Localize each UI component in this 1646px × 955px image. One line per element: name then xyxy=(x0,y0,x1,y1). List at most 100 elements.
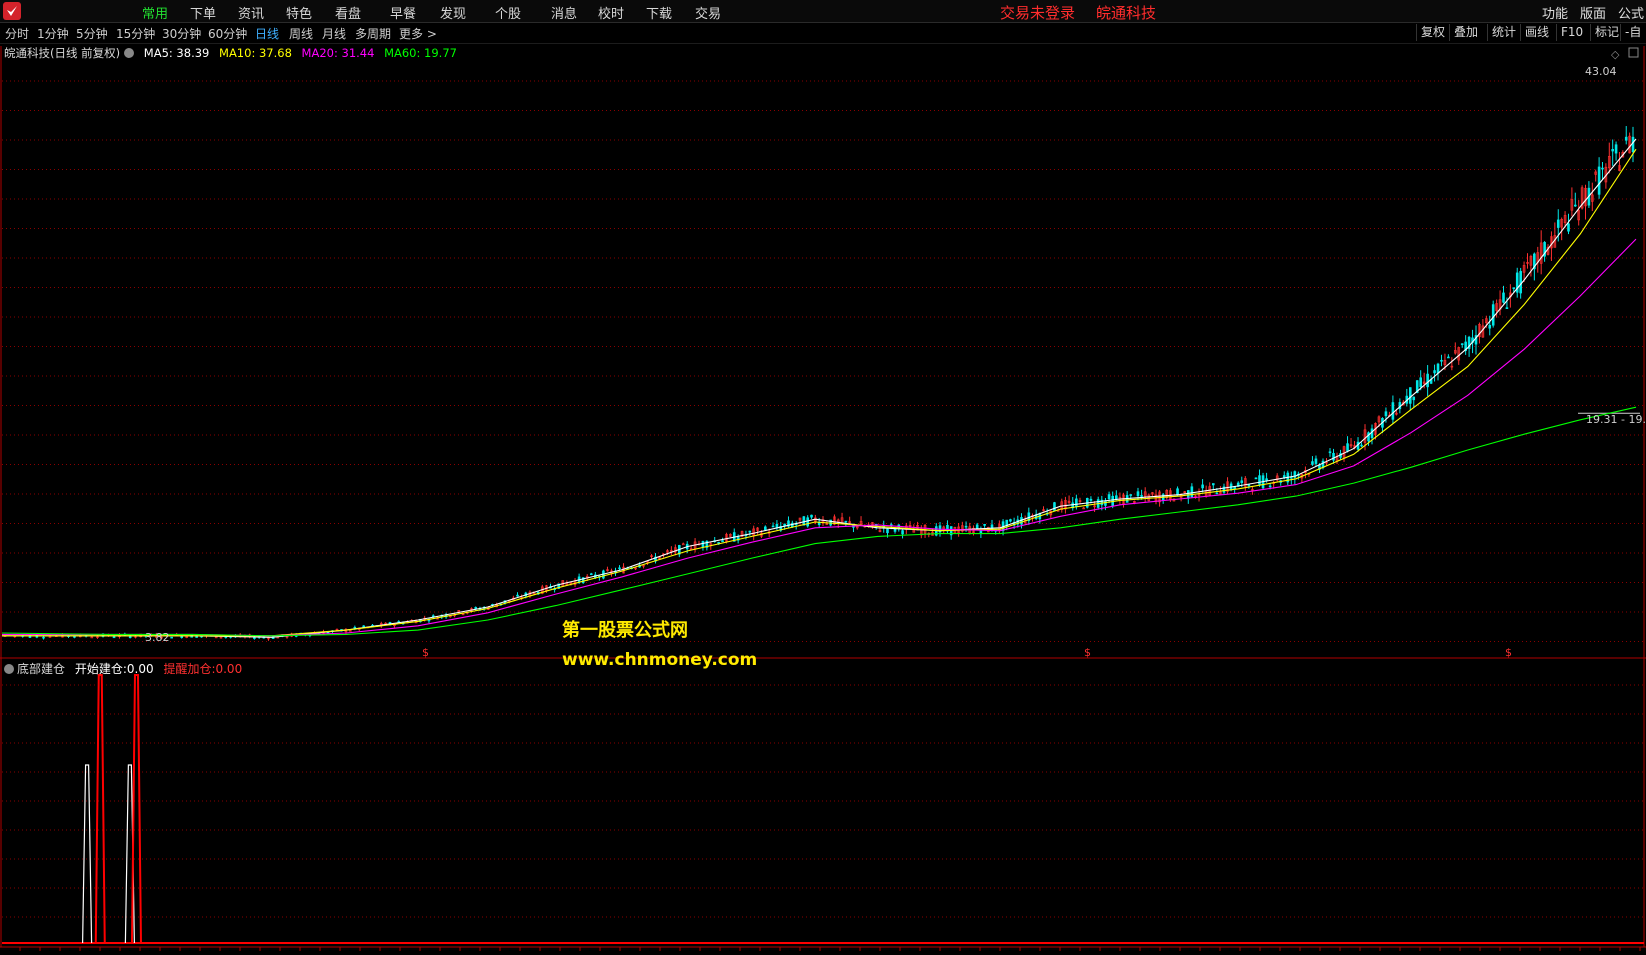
event-marker-1[interactable]: $ xyxy=(422,646,429,659)
watermark-title: 第一股票公式网 xyxy=(562,620,688,641)
candle-body xyxy=(42,636,45,639)
candle-body xyxy=(1201,484,1204,489)
candle-body xyxy=(1360,444,1363,447)
candle-body xyxy=(1574,204,1577,207)
top-right-icons: ◇ xyxy=(1611,47,1639,61)
candle-body xyxy=(112,636,116,639)
candle-body xyxy=(810,514,813,518)
kline-chart[interactable]: 43.04 3.82 19.31 - 19.4 $ $ $ ◇ xyxy=(0,0,1646,955)
indicator-value1: 0.00 xyxy=(126,662,154,676)
candle-body xyxy=(1412,396,1416,401)
candle-body xyxy=(806,517,809,527)
indicator-info-line: 底部建仓 开始建仓:0.00 提醒加仓:0.00 xyxy=(4,660,242,677)
candle-body xyxy=(1460,343,1464,345)
candle-body xyxy=(1408,387,1412,404)
candle-body xyxy=(618,567,621,570)
candlesticks xyxy=(3,126,1640,641)
candle-body xyxy=(1419,377,1422,388)
candle-body xyxy=(427,619,431,622)
candle-body xyxy=(589,573,593,576)
indicator-signal xyxy=(81,764,93,944)
candle-body xyxy=(1314,458,1318,464)
candle-body xyxy=(771,525,775,528)
indicator-signal xyxy=(94,674,106,944)
candle-body xyxy=(721,540,724,543)
candle-body xyxy=(1211,483,1215,486)
indicator-signal xyxy=(130,674,142,944)
ma-lines xyxy=(1,138,1637,638)
candle-body xyxy=(1328,451,1332,454)
candle-body xyxy=(1332,452,1335,461)
candle-body xyxy=(1611,149,1614,152)
candle-body xyxy=(1384,411,1388,417)
indicator-name: 底部建仓 xyxy=(17,662,66,676)
candle-body xyxy=(1129,494,1133,496)
candle-body xyxy=(1519,271,1522,294)
candle-body xyxy=(1567,223,1570,232)
candle-body xyxy=(1176,488,1179,495)
candle-body xyxy=(886,528,889,534)
candle-body xyxy=(1346,443,1349,452)
candle-body xyxy=(1556,219,1560,228)
candle-body xyxy=(1075,498,1078,507)
candle-body xyxy=(1436,363,1440,374)
candle-body xyxy=(1268,485,1272,488)
candle-body xyxy=(1089,498,1093,501)
candle-body xyxy=(983,523,986,526)
event-marker-3[interactable]: $ xyxy=(1505,646,1512,659)
candle-body xyxy=(1601,167,1604,170)
candle-body xyxy=(1140,495,1143,497)
chart-labels: 43.04 3.82 19.31 - 19.4 $ $ $ xyxy=(145,65,1646,659)
indicator-label1: 开始建仓: xyxy=(74,662,127,676)
candle-body xyxy=(516,594,519,597)
candle-body xyxy=(1115,495,1118,500)
candle-body xyxy=(1254,477,1258,480)
ma-line-ma20 xyxy=(2,238,1637,637)
maximize-icon[interactable] xyxy=(1628,47,1639,58)
candle-body xyxy=(1009,519,1012,522)
candle-body xyxy=(1433,370,1436,374)
chart-grid xyxy=(0,46,1646,951)
candle-body xyxy=(1440,359,1443,362)
candle-body xyxy=(964,525,968,528)
candle-body xyxy=(901,530,904,535)
ma-line-ma5 xyxy=(2,138,1637,638)
candle-body xyxy=(1631,136,1635,153)
candle-body xyxy=(1311,461,1314,465)
candle-body xyxy=(1190,486,1194,498)
candle-body xyxy=(170,636,173,639)
watermark-url: www.chnmoney.com xyxy=(562,650,758,670)
candle-body xyxy=(1488,324,1492,329)
candle-body xyxy=(1247,484,1251,487)
candle-body xyxy=(893,528,897,532)
diamond-icon[interactable]: ◇ xyxy=(1611,48,1620,61)
candle-body xyxy=(73,636,76,638)
candle-body xyxy=(1624,136,1628,141)
high-price-label: 43.04 xyxy=(1585,65,1617,78)
candle-body xyxy=(1614,144,1618,154)
ma-line-ma10 xyxy=(2,148,1637,637)
candle-body xyxy=(681,543,685,546)
candle-body xyxy=(1491,304,1495,326)
candle-body xyxy=(1107,494,1111,500)
indicator-settings-icon[interactable] xyxy=(4,664,14,674)
event-marker-2[interactable]: $ xyxy=(1084,646,1091,659)
candle-body xyxy=(1597,166,1601,195)
candle-body xyxy=(748,530,752,533)
candle-body xyxy=(1505,307,1509,309)
candle-body xyxy=(1426,373,1429,388)
candle-body xyxy=(1447,356,1450,359)
candle-body xyxy=(1512,287,1516,289)
candle-body xyxy=(764,526,767,531)
candle-body xyxy=(1502,292,1505,303)
range-label: 19.31 - 19.4 xyxy=(1586,413,1646,426)
indicator-bars xyxy=(2,674,1644,944)
candle-body xyxy=(1240,480,1244,483)
candle-body xyxy=(1391,402,1395,420)
candle-body xyxy=(474,607,478,609)
indicator-label2: 提醒加仓: xyxy=(163,662,216,676)
candle-body xyxy=(1215,492,1219,495)
candle-body xyxy=(1136,491,1140,497)
candle-body xyxy=(1053,502,1056,511)
low-price-label: 3.82 xyxy=(145,631,170,644)
